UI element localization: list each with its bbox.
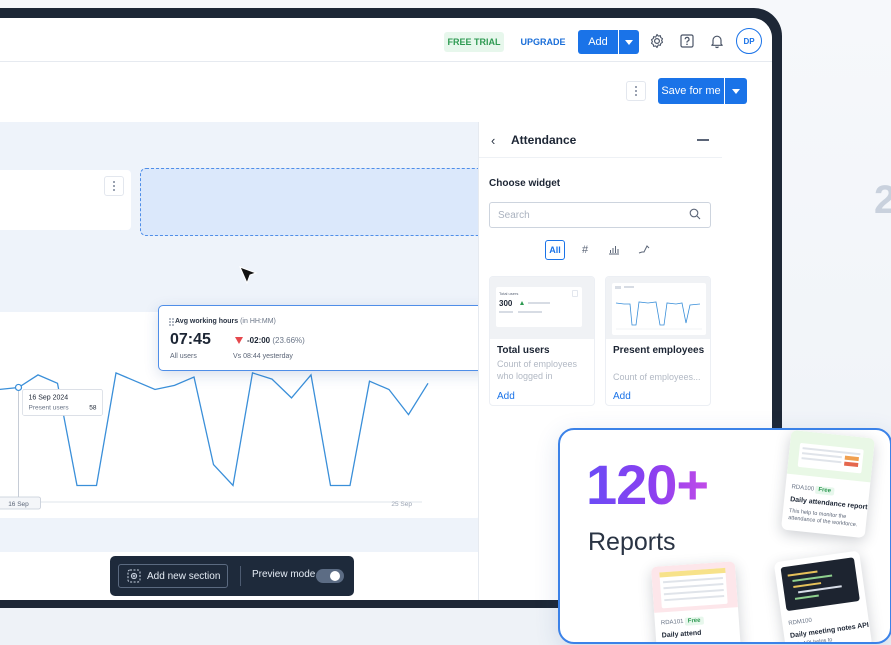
doc-free-badge: Free [684,616,704,626]
dashboard-header [0,72,763,114]
bottom-toolbar: Add new section Preview mode [110,556,354,596]
line-chart-icon [638,245,650,254]
filter-bar-chart-tab[interactable] [605,240,623,260]
doc-tag: RDA101 [660,618,684,627]
reports-count: 120+ [586,453,709,516]
down-triangle-icon [235,337,243,344]
widget-delta: -02:00 (23.66%) [247,336,305,345]
widget-option-name: Total users [497,345,550,356]
top-navbar: FREE TRIAL UPGRADE Add DP [0,18,772,62]
doc-tag: RDA100 [791,484,815,493]
widget-search-input[interactable]: Search [489,202,711,228]
widget-thumbnail [606,277,710,339]
tooltip-box [22,389,103,416]
thumb-label: Total users [499,291,519,296]
choose-widget-label: Choose widget [489,178,561,189]
preview-mode-label: Preview mode [252,569,316,580]
filter-all-tab[interactable]: All [545,240,565,260]
doc-free-badge: Free [814,485,835,496]
doc-desc: This help to monitor the attendance of t… [787,508,858,529]
widget-option-description: Count of employees... [613,372,701,382]
save-for-me-button[interactable]: Save for me [658,78,724,104]
widget-option-name: Present employees [613,345,705,356]
thumb-value: 300 [499,299,513,308]
dashboard-more-button[interactable] [626,81,646,101]
report-doc-card: RDM100 Daily meeting notes API This API … [773,550,873,642]
kebab-icon [113,181,115,191]
tooltip-date: 16 Sep 2024 [29,394,69,401]
bell-icon[interactable] [706,30,728,52]
widget-thumbnail: Total users 300 [490,277,594,339]
help-icon[interactable] [676,30,698,52]
widget-compare: Vs 08:44 yesterday [233,353,293,360]
add-dropdown-button[interactable] [619,30,639,54]
preview-mode-toggle[interactable] [316,569,344,583]
stage: FREE TRIAL UPGRADE Add DP Save for me 16… [0,0,891,645]
report-doc-card: RDA100 Free Daily attendance report This… [781,430,875,539]
widget-value: 07:45 [170,331,211,348]
save-dropdown-button[interactable] [725,78,747,104]
filter-line-chart-tab[interactable] [635,240,653,260]
upgrade-link[interactable]: UPGRADE [516,32,570,52]
edge-step-number: 2 [874,178,891,222]
kebab-icon [635,86,637,96]
cursor-icon [239,266,258,285]
x-tick-label: 25 Sep [391,501,412,508]
thumb-line-chart [615,286,702,330]
widget-more-button[interactable] [104,176,124,196]
tooltip-label: Present users [29,404,70,411]
minimize-icon[interactable] [697,139,709,141]
reports-promo-card: 120+ Reports RDA100 Free Daily attendanc… [558,428,891,644]
hover-point [14,383,23,392]
user-avatar[interactable]: DP [736,28,762,54]
widget-option-present-employees[interactable]: Present employees Count of employees... … [605,276,711,406]
side-panel-title: Attendance [511,133,577,147]
dashboard-canvas: 16 Sep 2024 Present users 58 16 Sep 25 Sep A… [0,122,504,552]
doc-title: Daily attend [661,629,702,640]
widget-card[interactable] [0,170,131,230]
chevron-down-icon [625,39,633,45]
add-new-section-label: Add new section [147,570,221,582]
bar-chart-icon [609,246,619,255]
widget-scope: All users [170,353,197,360]
free-trial-badge[interactable]: FREE TRIAL [444,32,504,52]
search-icon[interactable] [689,208,701,220]
reports-label: Reports [588,528,676,556]
drag-handle-icon[interactable] [169,318,174,326]
settings-icon[interactable] [646,30,668,52]
report-doc-card: RDA101 Free Daily attend [650,561,742,642]
add-widget-link[interactable]: Add [613,391,631,402]
add-widget-link[interactable]: Add [497,391,515,402]
x-tick-label: 16 Sep [8,501,29,508]
side-panel-header: ‹ Attendance [479,122,722,158]
add-new-section-button[interactable]: Add new section [118,564,228,588]
filter-number-tab[interactable]: # [577,240,593,260]
widget-option-total-users[interactable]: Total users 300 Total users Count of emp… [489,276,595,406]
add-section-icon [127,569,141,583]
back-chevron-icon[interactable]: ‹ [491,133,495,148]
tooltip-value: 58 [89,404,97,411]
widget-title: Avg working hours (in HH:MM) [175,318,276,325]
up-triangle-icon [520,301,524,305]
chevron-down-icon [732,88,740,94]
dragging-widget-card[interactable]: Avg working hours (in HH:MM) 07:45 -02:0… [158,305,496,371]
add-button[interactable]: Add [578,30,618,54]
toolbar-divider [240,566,241,586]
widget-drop-zone[interactable] [140,168,484,236]
widget-option-description: Count of employees who logged in [497,359,578,381]
doc-tag: RDM100 [788,617,813,627]
